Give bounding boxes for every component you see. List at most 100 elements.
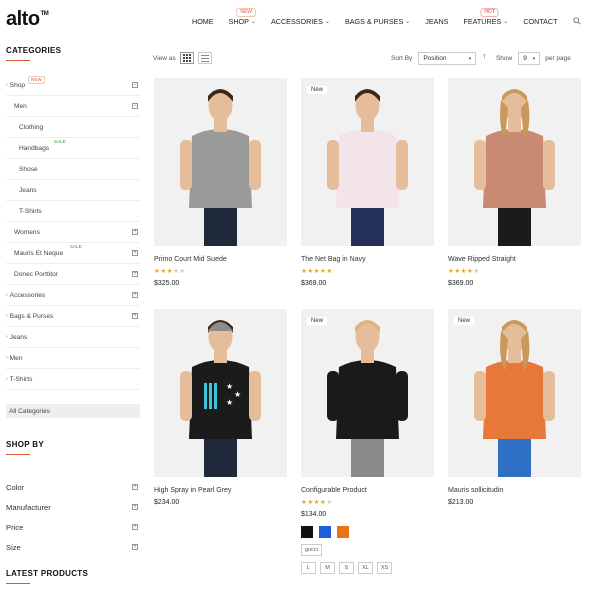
star-icon: ★: [454, 268, 461, 275]
filter-manufacturer[interactable]: Manufacturer +: [6, 497, 140, 517]
all-categories-link[interactable]: All Categories: [6, 404, 140, 418]
collapse-icon[interactable]: −: [132, 82, 138, 88]
grid-view-button[interactable]: [179, 52, 194, 64]
brand-tag[interactable]: gucci: [301, 544, 322, 556]
category-item[interactable]: › Shop NEW −: [6, 75, 140, 96]
limiter-select[interactable]: 9 ▾: [518, 52, 541, 65]
rating-stars: ★ ★ ★ ★ ★: [301, 499, 434, 506]
product-image[interactable]: New: [301, 78, 434, 246]
star-icon: ★: [473, 268, 480, 275]
category-item[interactable]: Men −: [6, 96, 140, 117]
expand-icon[interactable]: +: [132, 544, 138, 550]
category-item[interactable]: Handbags SALE: [6, 138, 140, 159]
category-item[interactable]: Jeans: [6, 180, 140, 201]
filter-label: Color: [6, 482, 25, 492]
category-item[interactable]: Womens +: [6, 222, 140, 243]
color-swatch[interactable]: [337, 526, 349, 538]
product-name[interactable]: High Spray in Pearl Grey: [154, 487, 287, 494]
category-badge: NEW: [28, 76, 45, 84]
sort-by-select[interactable]: Position ▾: [418, 52, 477, 65]
filter-list: Color + Manufacturer + Price + Size +: [6, 477, 140, 557]
sort-direction-icon[interactable]: 🡑: [482, 53, 486, 64]
product-card[interactable]: New Configurable Product ★ ★ ★ ★ ★ $134.00 gucci…: [301, 309, 434, 574]
nav-item-contact[interactable]: CONTACT: [523, 17, 557, 26]
category-item[interactable]: Shose: [6, 159, 140, 180]
product-card[interactable]: New The Net Bag in Navy ★ ★ ★ ★ ★ $369.00: [301, 78, 434, 287]
collapse-icon[interactable]: −: [132, 103, 138, 109]
product-photo: [154, 78, 287, 246]
nav-badge: HOT: [480, 8, 499, 17]
product-name[interactable]: The Net Bag in Navy: [301, 256, 434, 263]
chevron-right-icon: ›: [6, 376, 8, 382]
nav-item-home[interactable]: HOME: [192, 17, 214, 26]
size-option[interactable]: XS: [377, 562, 392, 574]
expand-icon[interactable]: +: [132, 524, 138, 530]
category-item[interactable]: › Accessories +: [6, 285, 140, 306]
expand-icon[interactable]: +: [132, 250, 138, 256]
logo[interactable]: alto TM: [6, 8, 49, 31]
expand-icon[interactable]: +: [132, 313, 138, 319]
expand-icon[interactable]: +: [132, 484, 138, 490]
nav-item-bags-purses[interactable]: BAGS & PURSES ⌄: [345, 17, 410, 26]
category-item[interactable]: › T-Shirts: [6, 369, 140, 390]
category-item[interactable]: › Men: [6, 348, 140, 369]
size-option[interactable]: M: [320, 562, 335, 574]
category-item[interactable]: › Jeans: [6, 327, 140, 348]
category-item[interactable]: Clothing: [6, 117, 140, 138]
filter-price[interactable]: Price +: [6, 517, 140, 537]
category-item[interactable]: T-Shirts: [6, 201, 140, 222]
category-label: Clothing: [19, 123, 44, 131]
color-swatch[interactable]: [301, 526, 313, 538]
product-name[interactable]: Primo Court Mid Suede: [154, 256, 287, 263]
product-image[interactable]: New: [448, 309, 581, 477]
show-label: Show: [495, 55, 513, 62]
product-card[interactable]: Primo Court Mid Suede ★ ★ ★ ★ ★ $325.00: [154, 78, 287, 287]
product-name[interactable]: Wave Ripped Straight: [448, 256, 581, 263]
size-option[interactable]: S: [339, 562, 354, 574]
expand-icon[interactable]: +: [132, 229, 138, 235]
list-view-button[interactable]: [197, 52, 212, 64]
category-label: Donec Porttitor: [14, 270, 58, 278]
star-icon: ★: [448, 268, 454, 275]
category-item[interactable]: Donec Porttitor +: [6, 264, 140, 285]
sort-by-label: Sort By: [391, 55, 413, 62]
product-image[interactable]: New: [301, 309, 434, 477]
nav-item-accessories[interactable]: ACCESSORIES ⌄: [271, 17, 330, 26]
category-label: Men: [14, 102, 27, 110]
category-badge: SALE: [54, 139, 66, 144]
nav-item-label: CONTACT: [523, 17, 558, 26]
expand-icon[interactable]: +: [132, 271, 138, 277]
category-item[interactable]: › Bags & Purses +: [6, 306, 140, 327]
filter-label: Size: [6, 542, 21, 552]
svg-text:★: ★: [226, 398, 233, 407]
product-card[interactable]: Wave Ripped Straight ★ ★ ★ ★ ★ $369.00: [448, 78, 581, 287]
nav-item-label: ACCESSORIES: [270, 17, 323, 26]
product-card[interactable]: New Mauris sollicitudin $213.00: [448, 309, 581, 506]
product-image[interactable]: ★ ★ ★: [154, 309, 287, 477]
rating-stars: ★ ★ ★ ★ ★: [301, 268, 434, 275]
nav-item-features[interactable]: FEATURES ⌄ HOT: [463, 8, 508, 26]
product-name[interactable]: Configurable Product: [301, 487, 434, 494]
sort-toolbar: Sort By Position ▾ 🡑 Show 9 ▾ per page: [391, 52, 571, 65]
star-icon: ★: [319, 268, 326, 275]
nav-item-shop[interactable]: SHOP ⌄ NEW: [229, 8, 257, 26]
category-item[interactable]: Mauris Et Neque SALE +: [6, 243, 140, 264]
product-image[interactable]: [448, 78, 581, 246]
new-label: New: [307, 317, 328, 325]
size-option[interactable]: XL: [358, 562, 373, 574]
product-image[interactable]: [154, 78, 287, 246]
expand-icon[interactable]: +: [132, 292, 138, 298]
filter-size[interactable]: Size +: [6, 537, 140, 557]
filter-color[interactable]: Color +: [6, 477, 140, 497]
size-option[interactable]: L: [301, 562, 316, 574]
product-price: $369.00: [448, 280, 474, 287]
expand-icon[interactable]: +: [132, 504, 138, 510]
color-swatch[interactable]: [319, 526, 331, 538]
nav-item-label: JEANS: [425, 17, 449, 26]
product-name[interactable]: Mauris sollicitudin: [448, 487, 581, 494]
search-icon[interactable]: [573, 17, 581, 25]
product-card[interactable]: ★ ★ ★ High Spray in Pearl Grey $234.00: [154, 309, 287, 506]
per-page-label: per page: [545, 55, 571, 62]
heading-underline: [6, 60, 30, 61]
nav-item-jeans[interactable]: JEANS: [425, 17, 448, 26]
